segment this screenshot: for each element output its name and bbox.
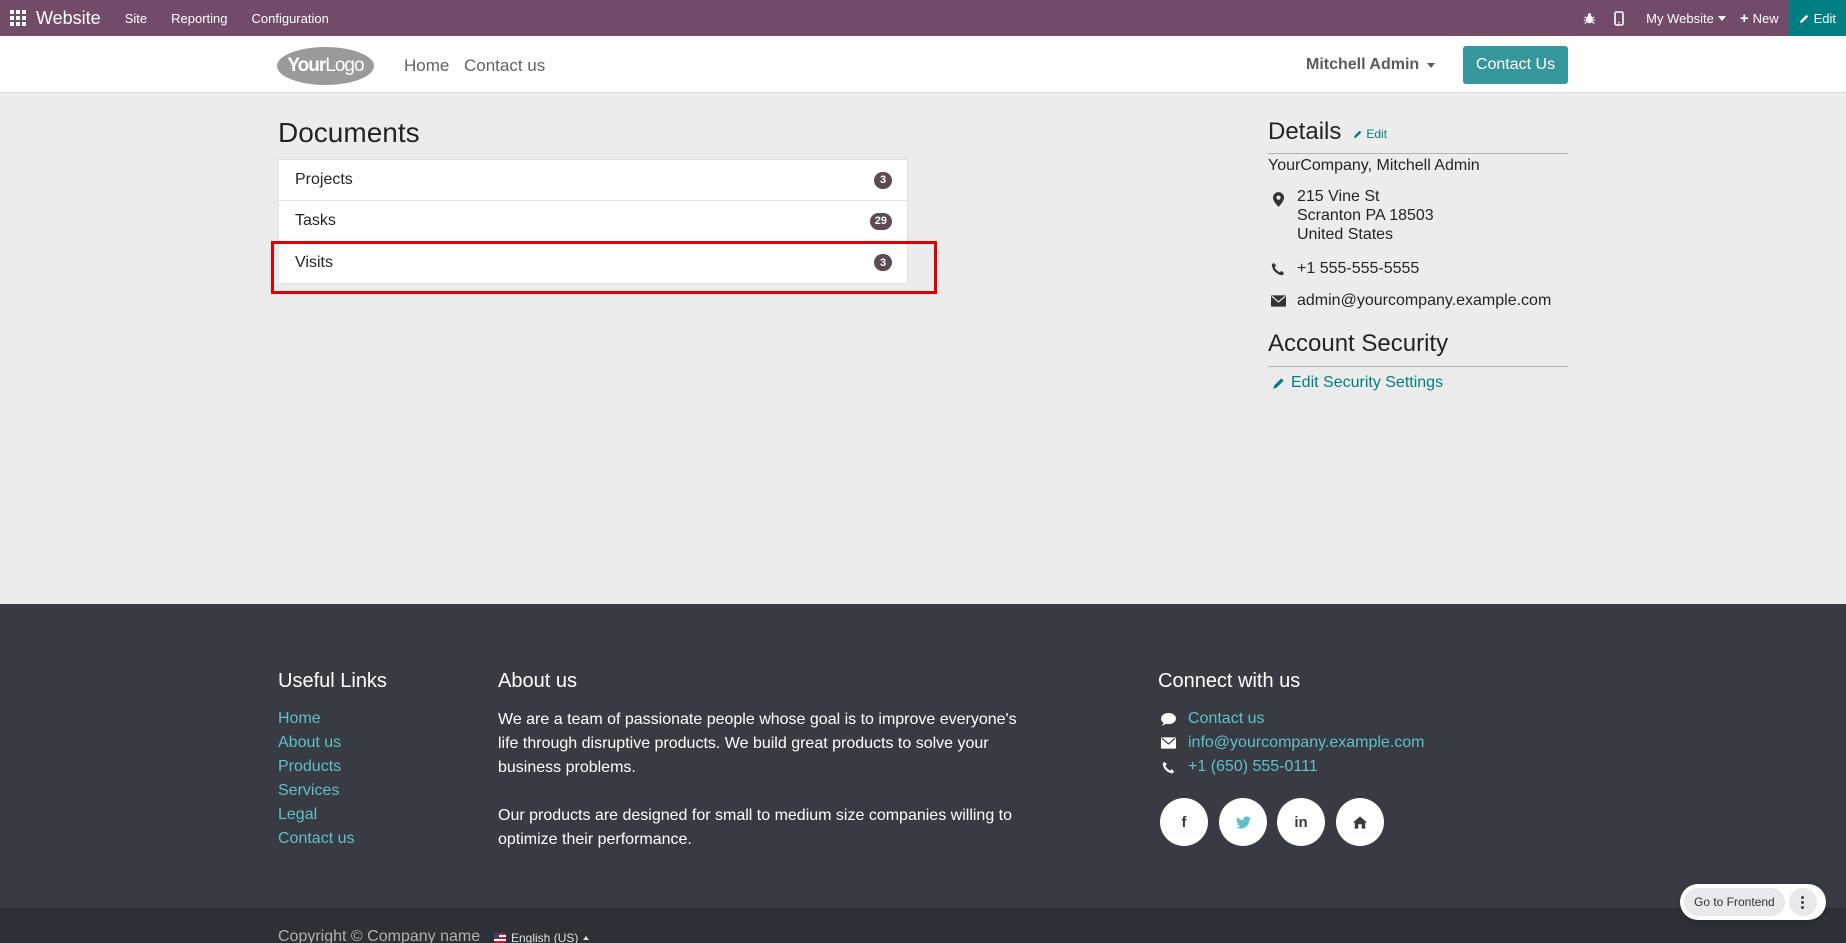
phone-icon <box>1160 759 1176 775</box>
debug-bug-icon[interactable] <box>1574 0 1604 36</box>
connect-phone-link[interactable]: +1 (650) 555-0111 <box>1188 758 1318 776</box>
document-label: Projects <box>295 171 353 188</box>
documents-list: Projects 3 Tasks 29 Visits 3 <box>278 159 908 284</box>
edit-details-link[interactable]: Edit <box>1353 127 1387 141</box>
user-menu[interactable]: Mitchell Admin <box>1306 56 1436 74</box>
envelope-icon <box>1270 293 1286 309</box>
go-to-frontend-widget: Go to Frontend <box>1680 884 1826 920</box>
site-footer: Useful Links Home About us Products Serv… <box>0 604 1846 908</box>
us-flag-icon <box>494 933 506 943</box>
count-badge: 3 <box>874 171 892 189</box>
about-paragraph: We are a team of passionate people whose… <box>498 711 1017 776</box>
pencil-icon <box>1799 14 1808 23</box>
footer-link-services[interactable]: Services <box>278 782 339 800</box>
website-switcher-label: My Website <box>1646 10 1714 26</box>
language-label: English (US) <box>511 931 579 943</box>
document-item-visits[interactable]: Visits 3 <box>279 242 907 283</box>
documents-title: Documents <box>278 117 420 148</box>
about-us-text: We are a team of passionate people whose… <box>498 708 1028 852</box>
logo-text-bold: Your <box>287 55 326 76</box>
footer-link-about-us[interactable]: About us <box>278 734 341 752</box>
connect-email-link[interactable]: info@yourcompany.example.com <box>1188 734 1425 752</box>
logo-text-thin: Logo <box>325 55 364 76</box>
linkedin-glyph: in <box>1294 813 1308 831</box>
document-label: Visits <box>295 253 333 271</box>
chevron-down-icon <box>1717 15 1726 21</box>
comment-icon <box>1160 711 1176 727</box>
email-address: admin@yourcompany.example.com <box>1297 292 1552 309</box>
address-block: 215 Vine St Scranton PA 18503 United Sta… <box>1297 187 1434 244</box>
nav-home[interactable]: Home <box>404 56 449 76</box>
menu-site[interactable]: Site <box>125 11 147 26</box>
account-security-title: Account Security <box>1268 330 1449 357</box>
security-divider <box>1268 366 1568 367</box>
edit-details-label: Edit <box>1366 127 1388 141</box>
facebook-glyph: f <box>1181 813 1187 831</box>
edit-website-button[interactable]: Edit <box>1788 0 1846 36</box>
linkedin-icon[interactable]: in <box>1277 798 1325 846</box>
envelope-icon <box>1160 735 1176 751</box>
website-switcher[interactable]: My Website <box>1646 11 1726 26</box>
nav-contact-us[interactable]: Contact us <box>464 56 545 76</box>
document-item-tasks[interactable]: Tasks 29 <box>279 201 907 242</box>
home-icon[interactable] <box>1336 798 1384 846</box>
useful-links-title: Useful Links <box>278 670 387 692</box>
language-selector[interactable]: English (US) <box>494 931 590 943</box>
details-title: Details <box>1268 118 1342 145</box>
footer-link-legal[interactable]: Legal <box>278 806 317 824</box>
company-logo[interactable]: Your Logo <box>277 47 374 85</box>
pencil-icon <box>1354 130 1362 139</box>
company-name: YourCompany, Mitchell Admin <box>1268 157 1480 174</box>
address-line: 215 Vine St <box>1297 188 1380 205</box>
connect-phone-row: +1 (650) 555-0111 <box>1160 758 1318 776</box>
footer-link-home[interactable]: Home <box>278 710 321 728</box>
edit-security-label: Edit Security Settings <box>1291 374 1444 391</box>
edit-security-settings-link[interactable]: Edit Security Settings <box>1272 374 1443 392</box>
app-brand[interactable]: Website <box>36 8 101 29</box>
phone-icon <box>1270 261 1286 277</box>
count-badge: 29 <box>869 212 892 230</box>
address-line: United States <box>1297 226 1394 243</box>
menu-configuration[interactable]: Configuration <box>251 11 328 26</box>
admin-navbar: Website Site Reporting Configuration My … <box>0 0 1846 36</box>
edit-website-label: Edit <box>1813 10 1836 26</box>
site-header: Your Logo Home Contact us Mitchell Admin … <box>0 36 1846 93</box>
connect-email-row: info@yourcompany.example.com <box>1160 734 1425 752</box>
connect-title: Connect with us <box>1158 670 1301 692</box>
about-paragraph: Our products are designed for small to m… <box>498 807 1013 848</box>
copyright-bar: Copyright © Company name English (US) <box>0 908 1846 943</box>
address-line: Scranton PA 18503 <box>1297 207 1434 224</box>
mobile-preview-icon[interactable] <box>1604 0 1634 36</box>
go-to-frontend-button[interactable]: Go to Frontend <box>1684 888 1785 916</box>
details-heading: Details Edit <box>1268 118 1387 146</box>
connect-contact-row: Contact us <box>1160 710 1264 728</box>
document-label: Tasks <box>295 212 336 229</box>
count-badge: 3 <box>874 254 892 271</box>
document-item-projects[interactable]: Projects 3 <box>279 160 907 201</box>
map-marker-icon <box>1270 191 1286 207</box>
plus-icon: + <box>1739 9 1749 27</box>
pencil-icon <box>1273 378 1284 389</box>
footer-link-products[interactable]: Products <box>278 758 341 776</box>
footer-link-contact-us[interactable]: Contact us <box>278 830 354 848</box>
twitter-icon[interactable] <box>1219 798 1267 846</box>
new-button-label: New <box>1752 10 1779 26</box>
copyright-text: Copyright © Company name <box>278 928 481 943</box>
apps-menu-icon[interactable] <box>0 0 36 36</box>
new-button[interactable]: + New <box>1740 10 1779 27</box>
details-divider <box>1268 153 1568 154</box>
user-name: Mitchell Admin <box>1306 56 1420 73</box>
menu-reporting[interactable]: Reporting <box>171 11 227 26</box>
chevron-down-icon <box>1427 62 1436 68</box>
about-us-title: About us <box>498 670 577 692</box>
contact-us-button[interactable]: Contact Us <box>1463 46 1568 84</box>
phone-number: +1 555-555-5555 <box>1297 260 1420 277</box>
more-options-icon[interactable] <box>1788 888 1817 916</box>
connect-contact-link[interactable]: Contact us <box>1188 710 1264 728</box>
chevron-up-icon <box>583 936 590 940</box>
facebook-icon[interactable]: f <box>1160 798 1208 846</box>
